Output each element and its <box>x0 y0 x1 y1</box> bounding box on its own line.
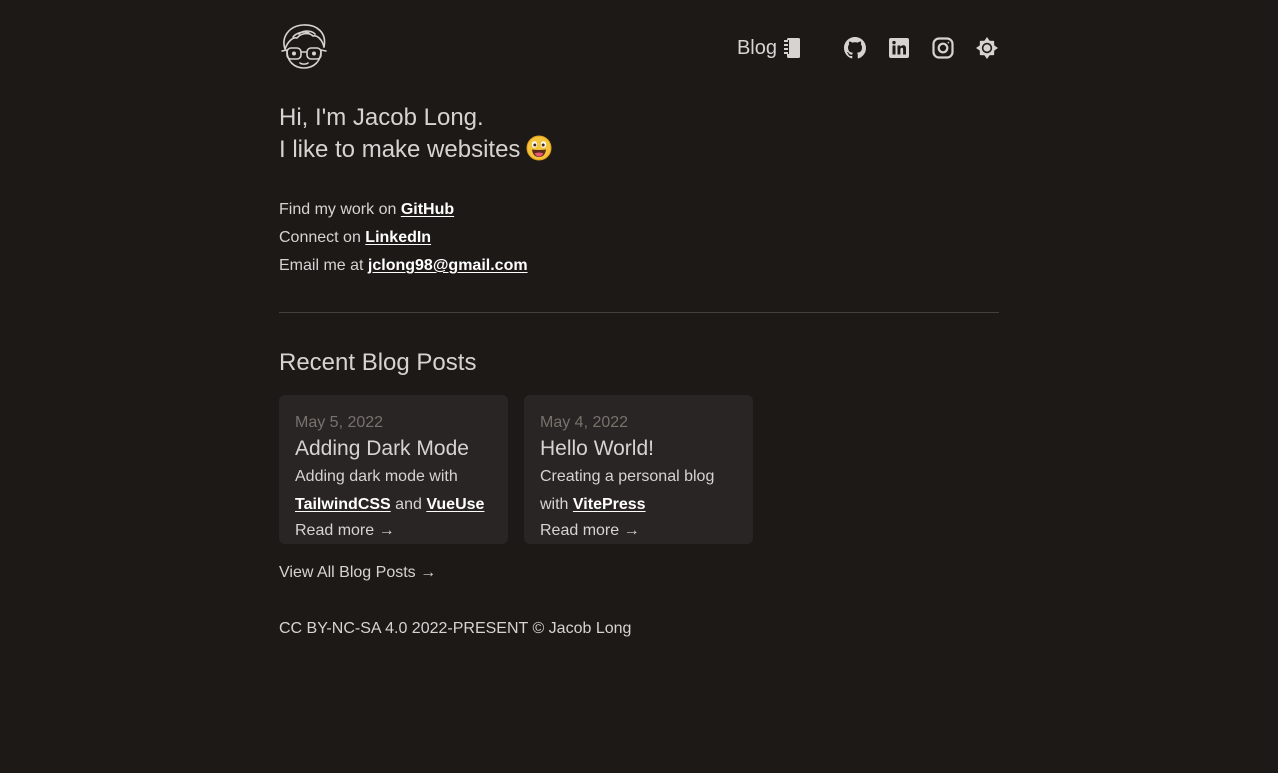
grinning-emoji <box>526 135 552 161</box>
nav-blog-label: Blog <box>736 36 777 59</box>
github-link[interactable]: GitHub <box>401 201 454 218</box>
avatar-logo[interactable] <box>279 23 329 69</box>
blog-post-cards: May 5, 2022 Adding Dark Mode Adding dark… <box>279 395 999 544</box>
intro: Hi, I'm Jacob Long. I like to make websi… <box>279 102 999 166</box>
sun-icon[interactable] <box>975 36 999 60</box>
contact-linkedin-prefix: Connect on <box>279 229 361 246</box>
blog-post-card[interactable]: May 4, 2022 Hello World! Creating a pers… <box>524 395 753 544</box>
site-header: Blog <box>279 0 999 92</box>
blog-post-card[interactable]: May 5, 2022 Adding Dark Mode Adding dark… <box>279 395 508 544</box>
read-more-link[interactable]: Read more → <box>540 519 737 543</box>
linkedin-icon[interactable] <box>887 36 911 60</box>
contact-linkedin-row: Connect on LinkedIn <box>279 224 999 252</box>
main-nav: Blog <box>737 34 999 62</box>
page: Blog Hi, I'm Jacob Long. I like to make … <box>279 0 999 640</box>
contact-email-prefix: Email me at <box>279 257 364 274</box>
email-link[interactable]: jclong98@gmail.com <box>368 257 528 274</box>
post-description-joiner: and <box>395 496 422 513</box>
section-divider <box>279 312 999 313</box>
contacts: Find my work on GitHub Connect on Linked… <box>279 196 999 280</box>
post-description: Adding dark mode with TailwindCSS and Vu… <box>295 463 492 519</box>
footer: CC BY-NC-SA 4.0 2022-PRESENT © Jacob Lon… <box>279 618 999 640</box>
post-title[interactable]: Adding Dark Mode <box>295 435 492 463</box>
intro-tagline: I like to make websites <box>279 136 521 163</box>
vueuse-link[interactable]: VueUse <box>426 496 484 513</box>
intro-greeting: Hi, I'm Jacob Long. <box>279 104 484 131</box>
post-title[interactable]: Hello World! <box>540 435 737 463</box>
post-date: May 5, 2022 <box>295 414 384 431</box>
view-all-posts-link[interactable]: View All Blog Posts → <box>279 562 999 584</box>
read-more-link[interactable]: Read more → <box>295 519 492 543</box>
contact-github-row: Find my work on GitHub <box>279 196 999 224</box>
footer-license: CC BY-NC-SA 4.0 2022-PRESENT © Jacob Lon… <box>279 620 632 637</box>
linkedin-link[interactable]: LinkedIn <box>365 229 431 246</box>
post-description: Creating a personal blog with VitePress <box>540 463 737 519</box>
instagram-icon[interactable] <box>931 36 955 60</box>
contact-github-prefix: Find my work on <box>279 201 397 218</box>
nav-blog-link[interactable]: Blog <box>737 37 801 60</box>
github-icon[interactable] <box>843 36 867 60</box>
intro-tagline-row: I like to make websites <box>279 134 999 166</box>
post-description-text: Adding dark mode with <box>295 468 458 485</box>
contact-email-row: Email me at jclong98@gmail.com <box>279 252 999 280</box>
vitepress-link[interactable]: VitePress <box>573 496 646 513</box>
notebook-icon <box>784 38 800 58</box>
post-date: May 4, 2022 <box>540 414 629 431</box>
recent-posts-heading: Recent Blog Posts <box>279 349 477 376</box>
tailwindcss-link[interactable]: TailwindCSS <box>295 496 391 513</box>
